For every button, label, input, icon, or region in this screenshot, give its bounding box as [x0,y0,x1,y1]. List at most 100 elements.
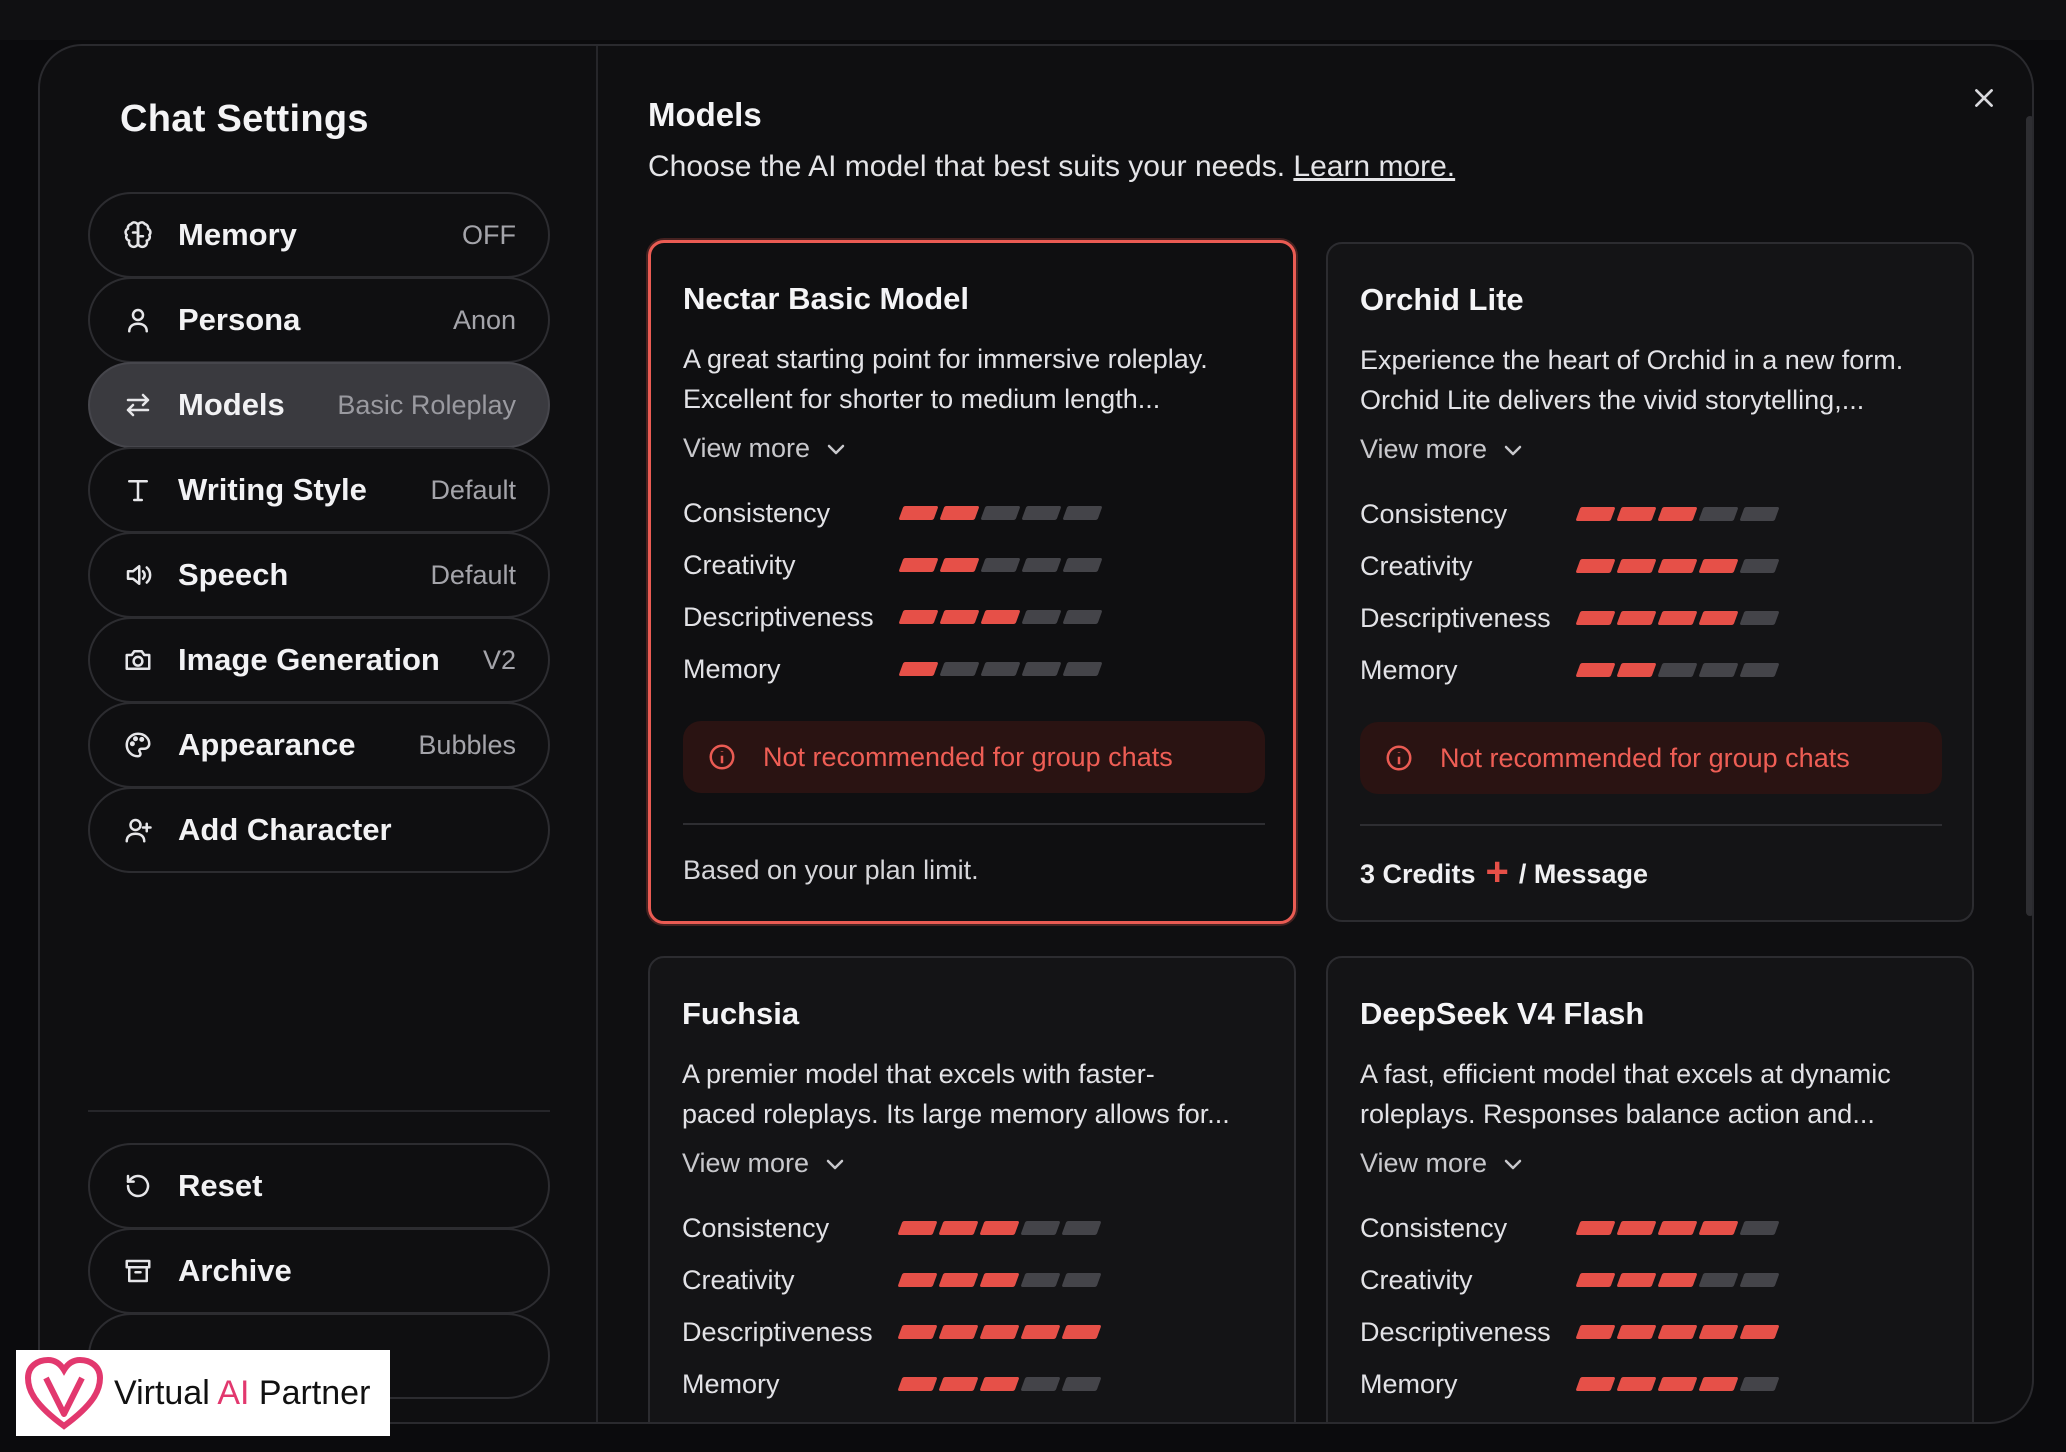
sidebar-item-appearance[interactable]: Appearance Bubbles [88,702,550,788]
chevron-down-icon [826,1159,844,1169]
action-label: Reset [178,1168,263,1203]
description-line: Experience the heart of Orchid in a new … [1360,345,1904,375]
close-button[interactable] [1962,76,2006,120]
palette-icon [122,729,154,761]
model-stats: Consistency Creativity Descriptiveness Memo… [683,487,1103,695]
stat-row-descriptiveness: Descriptiveness [682,1306,1102,1358]
reset-button[interactable]: Reset [88,1143,550,1229]
description-line: A great starting point for immersive rol… [683,344,1208,374]
stat-row-consistency: Consistency [683,487,1103,539]
rating-segment [898,610,939,624]
rating-segment [1575,559,1616,573]
rating-segment [1698,559,1739,573]
sidebar-item-label: Speech [178,557,289,592]
subtitle-text: Choose the AI model that best suits your… [648,150,1286,183]
sidebar-item-add-character[interactable]: Add Character [88,787,550,873]
rating-segment [1575,1221,1616,1235]
group-chat-warning: Not recommended for group chats [1360,722,1942,794]
watermark-prefix: Virtual [114,1373,218,1412]
sidebar-item-writing-style[interactable]: Writing Style Default [88,447,550,533]
rating-segment [980,662,1021,676]
sidebar-item-persona[interactable]: Persona Anon [88,277,550,363]
scrollbar[interactable] [2024,46,2032,1422]
rating-segment [897,1377,938,1391]
sidebar-item-image-generation[interactable]: Image Generation V2 [88,617,550,703]
sidebar-item-label: Memory [178,217,297,252]
sidebar-item-label: Appearance [178,727,356,762]
camera-icon [122,644,154,676]
text-icon [122,474,154,506]
sidebar-item-speech[interactable]: Speech Default [88,532,550,618]
rating-segment [897,1273,938,1287]
stat-label: Consistency [683,497,831,528]
rating-segment [939,662,980,676]
reset-icon [122,1170,154,1202]
rating-segment [1698,1221,1739,1235]
chevron-down-icon [1504,1159,1522,1169]
stat-label: Memory [1360,654,1458,685]
sidebar-item-models[interactable]: Models Basic Roleplay [88,362,550,448]
learn-more-link[interactable]: Learn more. [1293,150,1455,183]
stat-row-creativity: Creativity [682,1254,1102,1306]
view-more-button[interactable]: View more [1360,1148,1525,1179]
scrollbar-thumb[interactable] [2026,116,2032,916]
model-stats: Consistency Creativity Descriptiveness Memo… [1360,1202,1780,1410]
per-message-label: / Message [1518,858,1648,889]
stat-label: Consistency [682,1212,830,1243]
archive-icon [122,1255,154,1287]
stat-label: Creativity [1360,550,1473,581]
chevron-down-icon [1504,445,1522,455]
sidebar-title: Chat Settings [120,98,369,140]
rating-segment [1739,1273,1780,1287]
archive-button[interactable]: Archive [88,1228,550,1314]
rating-segment [898,506,939,520]
rating-segment [979,1377,1020,1391]
model-description: A fast, efficient model that excels at d… [1360,1054,1950,1134]
model-name: Fuchsia [682,996,800,1031]
view-more-label: View more [683,433,811,463]
card-divider [683,823,1265,825]
model-card-orchid-lite[interactable]: Orchid Lite Experience the heart of Orch… [1326,242,1974,922]
sidebar-item-value: V2 [482,644,516,675]
view-more-button[interactable]: View more [1360,434,1525,465]
swap-arrows-icon [122,389,154,421]
model-card-deepseek-v4-flash[interactable]: DeepSeek V4 Flash A fast, efficient mode… [1326,956,1974,1422]
rating-segment [1616,1273,1657,1287]
chat-settings-modal: Chat Settings Memory OFF Persona Anon Mo… [38,44,2034,1424]
view-more-label: View more [1360,434,1488,464]
rating-segment [979,1221,1020,1235]
rating-bars [1575,507,1780,521]
model-card-fuchsia[interactable]: Fuchsia A premier model that excels with… [648,956,1296,1422]
sidebar-item-value: Bubbles [418,729,516,760]
rating-segment [1616,1377,1657,1391]
sidebar-item-label: Writing Style [178,472,367,507]
watermark-logo: Virtual AI Partner [16,1350,390,1436]
rating-segment [980,506,1021,520]
rating-segment [1739,663,1780,677]
user-plus-icon [122,814,154,846]
rating-segment [1020,1325,1061,1339]
model-description: A premier model that excels with faster-… [682,1054,1272,1134]
rating-segment [1061,1325,1102,1339]
settings-sidebar: Chat Settings Memory OFF Persona Anon Mo… [40,46,598,1422]
page-title: Models [648,96,762,133]
model-card-nectar-basic[interactable]: Nectar Basic Model A great starting poin… [648,240,1296,924]
stat-row-consistency: Consistency [1360,488,1780,540]
stat-row-descriptiveness: Descriptiveness [1360,592,1780,644]
background-topbar [0,0,2066,40]
rating-segment [898,558,939,572]
sidebar-item-memory[interactable]: Memory OFF [88,192,550,278]
rating-segment [1657,663,1698,677]
brain-icon [122,219,154,251]
rating-segment [1021,662,1062,676]
sidebar-item-label: Persona [178,302,301,337]
rating-segment [1698,611,1739,625]
card-divider [1360,824,1942,826]
rating-segment [1657,611,1698,625]
sidebar-item-value: Default [430,559,516,590]
view-more-button[interactable]: View more [683,433,848,464]
view-more-button[interactable]: View more [682,1148,847,1179]
footer-text: Based on your plan limit. [683,855,979,885]
action-label: Archive [178,1253,292,1288]
rating-segment [1062,662,1103,676]
